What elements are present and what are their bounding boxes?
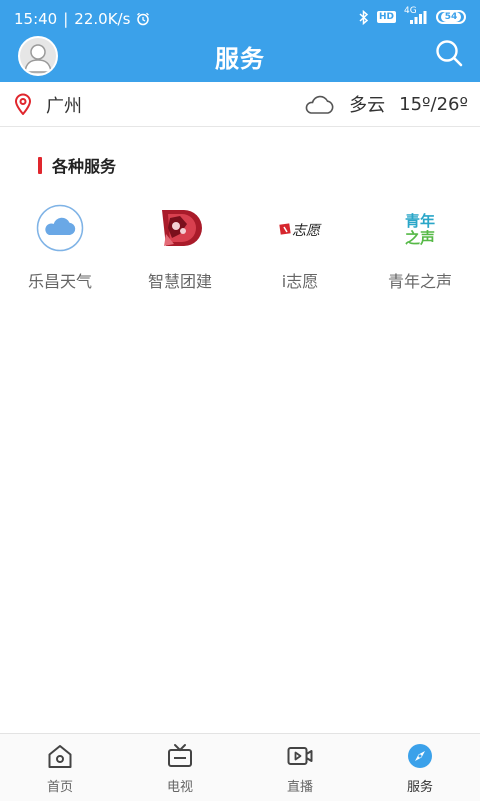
page-title: 服务 (215, 45, 265, 73)
tab-label: 服务 (406, 780, 433, 795)
services-grid: 乐昌天气 智慧团建 志愿 i志愿 青年 之声 青年之声 (0, 200, 480, 300)
search-icon (436, 40, 463, 67)
search-button[interactable] (434, 38, 464, 68)
service-label: 智慧团建 (147, 272, 212, 291)
cloud-icon (305, 95, 334, 114)
youth-logo-top: 青年 (405, 212, 435, 230)
smart-league-logo-icon (162, 210, 202, 246)
battery-indicator: 54 (436, 10, 466, 24)
weather-cloud-icon (36, 204, 84, 252)
service-youth-voice[interactable]: 青年 之声 青年之声 (360, 200, 480, 300)
tab-tv[interactable]: 电视 (120, 734, 240, 801)
tab-label: 电视 (166, 780, 193, 795)
tab-label: 直播 (286, 780, 313, 795)
status-left: 15:40 | 22.0K/s (14, 10, 150, 28)
status-right: HD 4G 54 (359, 7, 466, 25)
signal-icon (410, 11, 427, 24)
section-header: 各种服务 (38, 155, 117, 176)
location-pin-icon[interactable] (14, 93, 32, 115)
status-net-speed: 22.0K/s (74, 10, 131, 28)
bluetooth-icon (359, 9, 369, 25)
status-time: 15:40 (14, 10, 58, 28)
youth-voice-logo-icon: 青年 之声 (405, 212, 435, 247)
tab-services[interactable]: 服务 (360, 734, 480, 801)
home-icon (48, 745, 72, 768)
section-accent-bar (38, 156, 42, 174)
battery-level: 54 (440, 12, 462, 22)
tv-icon (168, 744, 192, 767)
top-bar: 15:40 | 22.0K/s HD 4G 54 服务 (0, 0, 480, 82)
tab-home[interactable]: 首页 (0, 734, 120, 801)
temperature-range: 15º/26º (399, 93, 468, 115)
compass-icon (408, 744, 432, 768)
service-lechang-weather[interactable]: 乐昌天气 (0, 200, 120, 300)
location-weather-bar: 广州 多云 15º/26º (0, 82, 480, 127)
status-bar: 15:40 | 22.0K/s HD 4G 54 (0, 0, 480, 36)
volunteer-logo-icon: 志愿 (279, 223, 322, 239)
status-separator: | (63, 10, 69, 28)
hd-badge: HD (376, 11, 396, 23)
weather-info: 多云 15º/26º (303, 91, 468, 117)
signal-group: 4G (404, 7, 428, 25)
service-smart-league[interactable]: 智慧团建 (120, 200, 240, 300)
bottom-tab-bar: 首页 电视 直播 服务 (0, 733, 480, 801)
live-video-icon (287, 747, 313, 765)
service-label: 乐昌天气 (27, 272, 92, 291)
service-label: i志愿 (281, 272, 319, 291)
service-label: 青年之声 (387, 272, 452, 291)
weather-condition: 多云 (349, 95, 386, 116)
tab-label: 首页 (46, 780, 73, 795)
alarm-icon (137, 12, 150, 26)
volunteer-logo-text: 志愿 (292, 223, 322, 239)
youth-logo-bottom: 之声 (405, 229, 435, 247)
tab-live[interactable]: 直播 (240, 734, 360, 801)
section-title: 各种服务 (52, 157, 117, 176)
city-label[interactable]: 广州 (46, 92, 82, 118)
header: 服务 (0, 36, 480, 82)
service-i-volunteer[interactable]: 志愿 i志愿 (240, 200, 360, 300)
